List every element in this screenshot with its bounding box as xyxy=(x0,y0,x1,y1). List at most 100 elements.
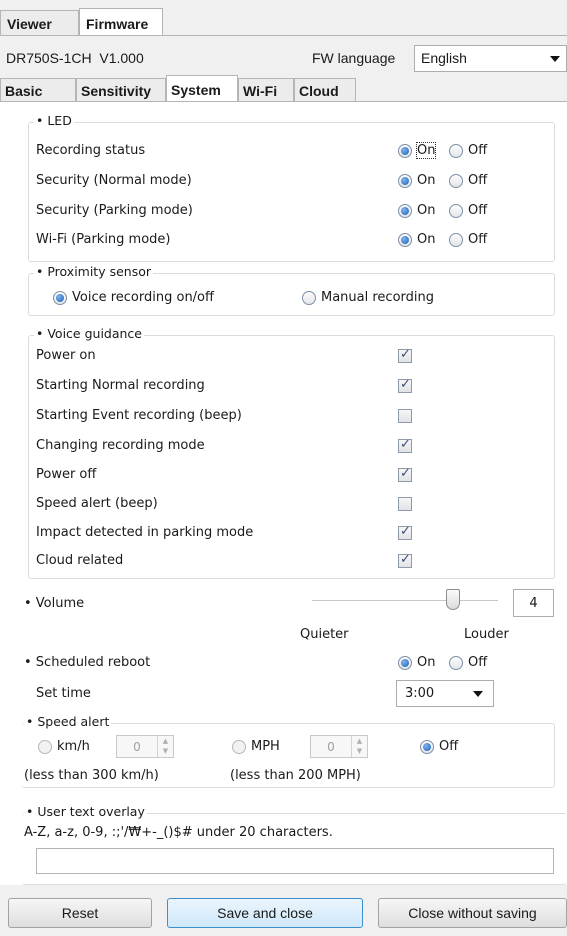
tab-basic[interactable]: Basic xyxy=(0,78,76,102)
chevron-down-icon xyxy=(550,55,560,62)
device-version: DR750S-1CH V1.000 xyxy=(6,50,144,66)
led-wifi-parking-on-radio[interactable] xyxy=(398,233,412,247)
led-recording-on-label: On xyxy=(415,142,437,159)
speed-mph-note: (less than 200 MPH) xyxy=(230,768,361,783)
speed-mph-radio[interactable] xyxy=(232,740,246,754)
speed-kmh-stepper[interactable]: 0 ▲ ▼ xyxy=(116,735,174,758)
voice-item-label: Impact detected in parking mode xyxy=(36,525,254,540)
voice-speed-alert-checkbox[interactable] xyxy=(398,497,412,511)
proximity-voice-label: Voice recording on/off xyxy=(72,290,214,305)
divider xyxy=(0,35,567,36)
led-security-parking-label: Security (Parking mode) xyxy=(36,203,193,218)
reboot-time-value: 3:00 xyxy=(405,686,435,701)
tab-sensitivity[interactable]: Sensitivity xyxy=(76,78,166,102)
reboot-off-radio[interactable] xyxy=(449,656,463,670)
led-recording-on-radio[interactable] xyxy=(398,144,412,158)
led-security-normal-off-radio[interactable] xyxy=(449,174,463,188)
voice-item-label: Starting Normal recording xyxy=(36,378,205,393)
tab-viewer[interactable]: Viewer xyxy=(0,10,79,36)
reboot-time-select[interactable]: 3:00 xyxy=(396,680,494,707)
led-wifi-parking-off-radio[interactable] xyxy=(449,233,463,247)
reboot-on-label: On xyxy=(417,655,436,670)
volume-slider-thumb[interactable] xyxy=(446,589,460,610)
voice-power-on-checkbox[interactable] xyxy=(398,347,412,363)
chevron-up-icon[interactable]: ▲ xyxy=(158,736,173,746)
top-tabs: Viewer Firmware xyxy=(0,8,567,36)
led-wifi-parking-on-label: On xyxy=(417,232,436,247)
chevron-down-icon[interactable]: ▼ xyxy=(352,746,367,756)
speed-kmh-value: 0 xyxy=(133,740,141,754)
overlay-title: • User text overlay xyxy=(24,804,147,819)
close-without-saving-button[interactable]: Close without saving xyxy=(378,898,567,928)
led-recording-status-label: Recording status xyxy=(36,143,146,158)
set-time-label: Set time xyxy=(36,686,91,701)
reboot-on-radio[interactable] xyxy=(398,656,412,670)
led-security-parking-on-radio[interactable] xyxy=(398,204,412,218)
chevron-down-icon[interactable]: ▼ xyxy=(158,746,173,756)
voice-group xyxy=(28,335,555,579)
led-wifi-parking-off-label: Off xyxy=(468,232,488,247)
proximity-manual-radio[interactable] xyxy=(302,291,316,305)
fw-language-label: FW language xyxy=(312,50,396,66)
voice-changing-mode-checkbox[interactable] xyxy=(398,437,412,453)
tab-wifi[interactable]: Wi-Fi xyxy=(238,78,294,102)
voice-impact-parking-checkbox[interactable] xyxy=(398,524,412,540)
led-security-normal-on-radio[interactable] xyxy=(398,174,412,188)
reboot-off-label: Off xyxy=(468,655,488,670)
save-and-close-button[interactable]: Save and close xyxy=(167,898,363,928)
tab-firmware[interactable]: Firmware xyxy=(79,8,163,35)
led-security-normal-off-label: Off xyxy=(468,173,488,188)
volume-louder-label: Louder xyxy=(464,627,509,642)
led-recording-off-radio[interactable] xyxy=(449,144,463,158)
speed-mph-value: 0 xyxy=(327,740,335,754)
led-security-normal-label: Security (Normal mode) xyxy=(36,173,192,188)
voice-item-label: Cloud related xyxy=(36,553,124,568)
voice-normal-recording-checkbox[interactable] xyxy=(398,377,412,393)
volume-value: 4 xyxy=(513,589,554,617)
overlay-text-input[interactable] xyxy=(36,848,554,874)
chevron-down-icon xyxy=(473,690,483,697)
device-model: DR750S-1CH xyxy=(6,50,92,66)
led-security-normal-on-label: On xyxy=(417,173,436,188)
tab-system[interactable]: System xyxy=(166,75,238,102)
volume-quieter-label: Quieter xyxy=(300,627,349,642)
volume-label: • Volume xyxy=(24,596,85,611)
reset-button[interactable]: Reset xyxy=(8,898,152,928)
voice-item-label: Power off xyxy=(36,467,97,482)
voice-cloud-related-checkbox[interactable] xyxy=(398,552,412,568)
stepper-buttons[interactable]: ▲ ▼ xyxy=(157,736,173,757)
speed-alert-title: • Speed alert xyxy=(24,714,112,729)
voice-event-recording-checkbox[interactable] xyxy=(398,409,412,423)
speed-kmh-note: (less than 300 km/h) xyxy=(24,768,159,783)
chevron-up-icon[interactable]: ▲ xyxy=(352,736,367,746)
voice-item-label: Changing recording mode xyxy=(36,438,205,453)
stepper-buttons[interactable]: ▲ ▼ xyxy=(351,736,367,757)
reboot-label: • Scheduled reboot xyxy=(24,655,151,670)
led-security-parking-off-radio[interactable] xyxy=(449,204,463,218)
led-recording-off-label: Off xyxy=(468,143,488,158)
speed-kmh-radio[interactable] xyxy=(38,740,52,754)
firmware-version: V1.000 xyxy=(99,50,144,66)
settings-tabs: Basic Sensitivity System Wi-Fi Cloud xyxy=(0,75,567,102)
fw-language-select[interactable]: English xyxy=(414,45,567,72)
overlay-hint: A-Z, a-z, 0-9, :;'/₩+-_()$# under 20 cha… xyxy=(24,825,333,840)
voice-power-off-checkbox[interactable] xyxy=(398,466,412,482)
speed-mph-stepper[interactable]: 0 ▲ ▼ xyxy=(310,735,368,758)
fw-language-value: English xyxy=(421,50,467,66)
proximity-manual-label: Manual recording xyxy=(321,290,435,305)
voice-item-label: Speed alert (beep) xyxy=(36,496,158,511)
voice-item-label: Starting Event recording (beep) xyxy=(36,408,242,423)
led-title: • LED xyxy=(34,113,74,128)
proximity-voice-radio[interactable] xyxy=(53,291,67,305)
led-security-parking-on-label: On xyxy=(417,203,436,218)
tab-cloud[interactable]: Cloud xyxy=(294,78,356,102)
speed-off-radio[interactable] xyxy=(420,740,434,754)
proximity-title: • Proximity sensor xyxy=(34,264,154,279)
volume-slider-track[interactable] xyxy=(312,600,498,602)
voice-item-label: Power on xyxy=(36,348,96,363)
led-wifi-parking-label: Wi-Fi (Parking mode) xyxy=(36,232,171,247)
speed-off-label: Off xyxy=(439,739,459,754)
voice-title: • Voice guidance xyxy=(34,326,144,341)
led-security-parking-off-label: Off xyxy=(468,203,488,218)
speed-mph-label: MPH xyxy=(251,739,280,754)
